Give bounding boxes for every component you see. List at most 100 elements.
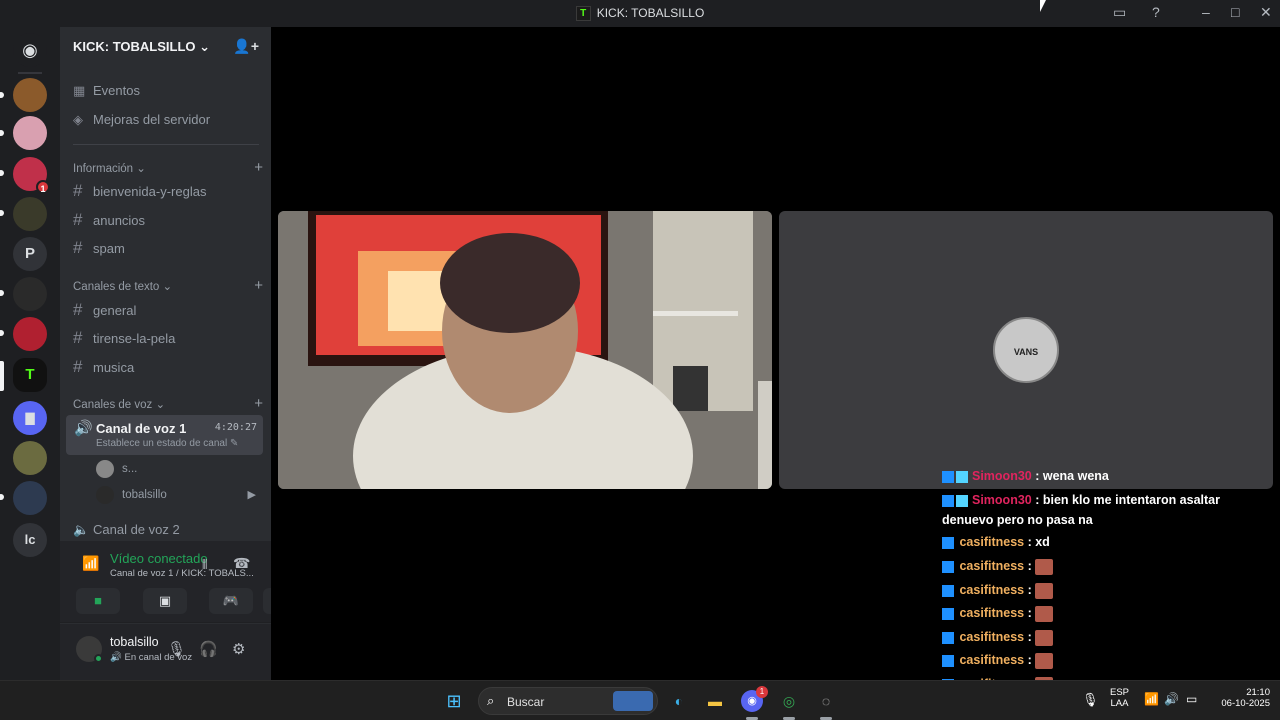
camera-button[interactable]: ■: [76, 588, 120, 614]
chat-message: casifitness :: [942, 556, 1272, 576]
discord-home-icon[interactable]: ◉: [13, 33, 47, 67]
hash-icon: #: [73, 238, 83, 257]
channel-label: general: [93, 303, 137, 318]
voice-channel-item[interactable]: 🔈 Canal de voz 2: [70, 517, 265, 543]
avatar: VANS: [993, 317, 1059, 383]
search-label: Buscar: [507, 695, 545, 709]
microphone-icon[interactable]: 🎙: [1082, 692, 1099, 708]
channel-item[interactable]: # general: [70, 297, 265, 323]
speaker-icon: 🔊: [74, 420, 93, 437]
unread-pill: [0, 170, 4, 176]
selected-pill: [0, 361, 4, 391]
battery-icon[interactable]: ▭: [1186, 692, 1197, 706]
camera-video-tile[interactable]: [278, 211, 772, 489]
screen-share-button[interactable]: ▣: [143, 588, 187, 614]
events-label: Eventos: [93, 83, 140, 98]
inbox-icon[interactable]: ▭: [1113, 4, 1126, 21]
emote-icon: [1035, 652, 1054, 669]
windows-start-icon[interactable]: ⊞: [443, 690, 465, 712]
divider: [73, 144, 259, 145]
emote-icon: [1035, 582, 1054, 599]
boosts-label: Mejoras del servidor: [93, 112, 211, 127]
boost-icon: ◈: [73, 112, 83, 127]
server-list: ◉ 1 P T ▇ lc: [0, 27, 60, 680]
server-icon[interactable]: [13, 481, 47, 515]
channel-item[interactable]: # tirense-la-pela: [70, 325, 265, 351]
server-header[interactable]: KICK: TOBALSILLO ⌄ 👤+: [60, 27, 271, 67]
server-icon[interactable]: [13, 197, 47, 231]
microphone-icon[interactable]: 🎙: [167, 640, 186, 658]
server-icon[interactable]: [13, 116, 47, 150]
events-item[interactable]: ▦ Eventos: [70, 78, 265, 104]
server-icon[interactable]: [13, 441, 47, 475]
invite-people-icon[interactable]: 👤+: [233, 38, 259, 55]
volume-icon[interactable]: 🔊: [1164, 692, 1179, 706]
server-icon[interactable]: [13, 317, 47, 351]
add-channel-icon[interactable]: +: [254, 277, 263, 294]
channel-item[interactable]: # spam: [70, 235, 265, 261]
chat-username: Simoon30: [972, 493, 1032, 507]
unread-pill: [0, 330, 4, 336]
server-icon-kick[interactable]: T: [13, 358, 47, 392]
clock-date: 06-10-2025: [1221, 698, 1270, 709]
add-channel-icon[interactable]: +: [254, 395, 263, 412]
channel-item[interactable]: # bienvenida-y-reglas: [70, 178, 265, 204]
mention-badge: 1: [36, 180, 50, 194]
chat-message: Simoon30 : wena wena: [942, 466, 1272, 486]
avatar-video-tile[interactable]: VANS: [779, 211, 1273, 489]
disconnect-icon[interactable]: ☎: [233, 555, 250, 572]
pencil-icon: ✎: [230, 438, 239, 449]
window-title-text: KICK: TOBALSILLO: [596, 6, 705, 20]
chat-username: casifitness: [959, 583, 1025, 597]
minimize-button[interactable]: –: [1202, 4, 1210, 20]
server-icon[interactable]: [13, 78, 47, 112]
category-text[interactable]: Canales de texto ⌄ +: [73, 277, 263, 294]
category-voice[interactable]: Canales de voz ⌄ +: [73, 395, 263, 412]
app-icon[interactable]: ◌: [815, 690, 837, 712]
channel-status[interactable]: Establece un estado de canal ✎: [96, 438, 238, 449]
headphones-icon[interactable]: 🎧: [199, 640, 218, 658]
signal-icon[interactable]: 📶: [82, 555, 99, 572]
activity-button[interactable]: 🎮: [209, 588, 253, 614]
language-indicator[interactable]: ESP LAA: [1110, 687, 1129, 709]
maximize-button[interactable]: □: [1231, 4, 1239, 20]
server-icon[interactable]: lc: [13, 523, 47, 557]
voice-user-name: tobalsillo: [122, 489, 167, 502]
noise-suppression-icon[interactable]: ⫴: [202, 557, 207, 573]
chat-username: casifitness: [959, 653, 1025, 667]
server-icon[interactable]: 1: [13, 157, 50, 194]
close-button[interactable]: ✕: [1260, 4, 1272, 21]
file-explorer-icon[interactable]: ▬: [704, 690, 726, 712]
server-boosts-item[interactable]: ◈ Mejoras del servidor: [70, 107, 265, 133]
camera-feed: [278, 211, 772, 489]
chat-text: wena wena: [1042, 469, 1109, 483]
chat-username: casifitness: [959, 559, 1025, 573]
voice-user-name: s...: [122, 463, 138, 476]
wifi-icon[interactable]: 📶: [1144, 692, 1159, 706]
voice-user[interactable]: s...: [96, 460, 137, 482]
channel-item[interactable]: # musica: [70, 354, 265, 380]
channel-label: anuncios: [93, 213, 146, 228]
channel-item[interactable]: # anuncios: [70, 207, 265, 233]
category-info[interactable]: Información ⌄ +: [73, 159, 263, 176]
emote-icon: [1035, 558, 1054, 575]
server-icon[interactable]: [13, 277, 47, 311]
chrome-icon[interactable]: ◎: [778, 690, 800, 712]
channel-label: spam: [93, 241, 125, 256]
user-panel: tobalsillo 🔊 En canal de voz 🎙 🎧 ⚙: [60, 624, 271, 680]
voice-channel-active[interactable]: 🔊 Canal de voz 1 4:20:27 Establece un es…: [66, 415, 263, 455]
user-name[interactable]: tobalsillo: [110, 635, 159, 649]
gear-icon[interactable]: ⚙: [232, 640, 245, 658]
clock[interactable]: 21:10 06-10-2025: [1206, 687, 1270, 709]
server-icon[interactable]: P: [13, 237, 47, 271]
help-icon[interactable]: ?: [1152, 4, 1160, 20]
emote-icon: [1035, 605, 1054, 622]
voice-user[interactable]: tobalsillo ▶: [96, 486, 256, 508]
add-channel-icon[interactable]: +: [254, 159, 263, 176]
folder-icon[interactable]: ▇: [13, 401, 47, 435]
taskbar-search[interactable]: ⌕ Buscar: [478, 687, 658, 715]
edge-icon[interactable]: ◐: [668, 690, 690, 712]
moderator-badge-icon: [942, 536, 954, 549]
connection-title[interactable]: Vídeo conectado: [110, 551, 208, 566]
discord-taskbar-icon[interactable]: ◉ 1: [741, 686, 768, 712]
